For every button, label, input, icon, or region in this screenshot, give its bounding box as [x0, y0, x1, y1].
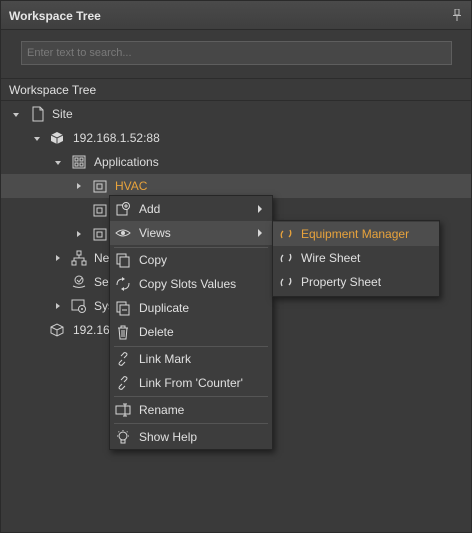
panel-header: Workspace Tree — [1, 1, 471, 30]
link-icon — [118, 352, 128, 366]
menu-item-label: Copy — [139, 253, 168, 267]
collapsed-arrow-icon[interactable] — [54, 254, 62, 262]
panel-title: Workspace Tree — [9, 9, 101, 23]
menu-item-delete[interactable]: Delete — [110, 320, 272, 344]
server-icon — [50, 323, 64, 337]
search-input[interactable] — [21, 41, 452, 65]
tree-item-host[interactable]: 192.168.1.52:88 — [1, 126, 471, 150]
copy-slots-icon — [116, 277, 130, 291]
menu-item-label: Link Mark — [139, 352, 192, 366]
menu-item-link-mark[interactable]: Link Mark — [110, 347, 272, 371]
menu-item-link-from[interactable]: Link From 'Counter' — [110, 371, 272, 395]
trash-icon — [118, 325, 128, 340]
menu-item-add[interactable]: Add — [110, 197, 272, 221]
menu-item-label: Views — [139, 226, 171, 240]
workspace-tree-panel: Workspace Tree Workspace Tree Site 192.1… — [0, 0, 472, 533]
services-icon — [72, 275, 86, 288]
menu-item-property-sheet[interactable]: Property Sheet — [273, 270, 439, 294]
lightbulb-icon — [117, 430, 129, 444]
menu-item-copy[interactable]: Copy — [110, 248, 272, 272]
menu-item-label: Copy Slots Values — [139, 277, 237, 291]
menu-item-show-help[interactable]: Show Help — [110, 425, 272, 449]
menu-item-copy-slots-values[interactable]: Copy Slots Values — [110, 272, 272, 296]
tree-header: Workspace Tree — [9, 83, 97, 97]
pin-icon[interactable] — [453, 9, 461, 21]
copy-icon — [116, 253, 130, 268]
network-icon — [71, 250, 87, 266]
menu-separator — [114, 423, 268, 424]
link-icon — [118, 376, 128, 390]
menu-item-wire-sheet[interactable]: Wire Sheet — [273, 246, 439, 270]
view-icon — [280, 253, 292, 263]
menu-item-rename[interactable]: Rename — [110, 398, 272, 422]
document-icon — [32, 106, 44, 122]
divider — [1, 78, 471, 79]
collapsed-arrow-icon[interactable] — [54, 302, 62, 310]
collapsed-arrow-icon[interactable] — [75, 182, 83, 190]
menu-item-label: Duplicate — [139, 301, 190, 315]
tree-item-label: 192.168.1.52:88 — [73, 131, 160, 145]
rename-icon — [115, 403, 131, 417]
context-menu: Add Views Copy Copy Slots Values Duplica… — [109, 195, 273, 450]
menu-item-label: Show Help — [139, 430, 198, 444]
view-icon — [280, 277, 292, 287]
tree-item-applications[interactable]: Applications — [1, 150, 471, 174]
expanded-arrow-icon[interactable] — [54, 159, 62, 167]
menu-item-label: Delete — [139, 325, 174, 339]
tree-item-label: HVAC — [115, 179, 148, 193]
expanded-arrow-icon[interactable] — [33, 135, 41, 143]
eye-icon — [115, 229, 131, 237]
menu-item-label: Property Sheet — [301, 275, 382, 289]
tree-item-label: Ne — [94, 251, 110, 265]
menu-item-label: Add — [139, 202, 161, 216]
system-icon — [71, 299, 86, 313]
collapsed-arrow-icon[interactable] — [75, 230, 83, 238]
menu-item-label: Wire Sheet — [301, 251, 361, 265]
search-box — [21, 41, 452, 65]
expanded-arrow-icon[interactable] — [12, 111, 20, 119]
add-icon — [116, 202, 130, 216]
tree-item-site[interactable]: Site — [1, 102, 471, 126]
menu-item-label: Rename — [139, 403, 185, 417]
tree-item-label: Site — [52, 107, 73, 121]
menu-item-label: Equipment Manager — [301, 227, 410, 241]
server-icon — [50, 132, 64, 144]
menu-separator — [114, 396, 268, 397]
tree-item-label: Applications — [94, 155, 159, 169]
views-submenu: Equipment Manager Wire Sheet Property Sh… — [272, 220, 440, 297]
duplicate-icon — [116, 301, 130, 316]
submenu-arrow-icon — [258, 205, 262, 213]
applications-icon — [72, 155, 86, 169]
menu-item-equipment-manager[interactable]: Equipment Manager — [273, 222, 439, 246]
app-icon — [93, 204, 107, 217]
menu-item-label: Link From 'Counter' — [139, 376, 243, 390]
app-icon — [93, 180, 107, 193]
submenu-arrow-icon — [258, 229, 262, 237]
view-icon — [280, 229, 292, 239]
app-icon — [93, 228, 107, 241]
tree-item-label: 192.16 — [73, 323, 110, 337]
divider — [1, 100, 471, 101]
menu-item-duplicate[interactable]: Duplicate — [110, 296, 272, 320]
menu-item-views[interactable]: Views — [110, 221, 272, 245]
